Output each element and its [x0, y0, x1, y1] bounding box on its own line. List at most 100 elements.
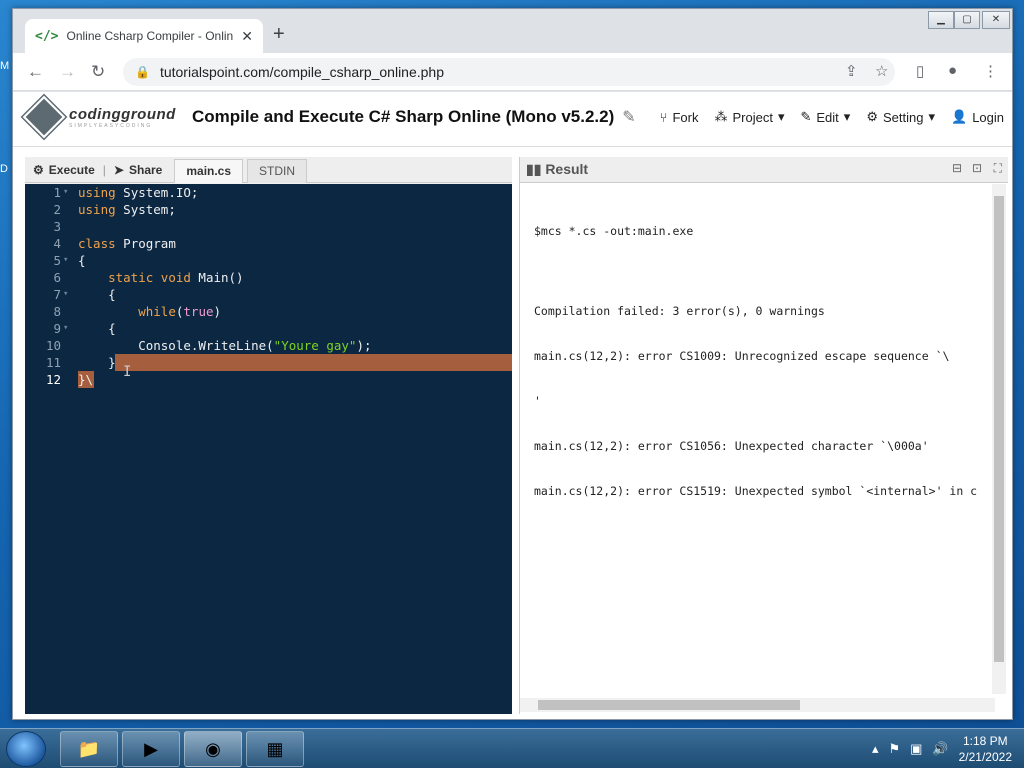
code-line: 12 }\ — [25, 371, 512, 388]
chrome-icon[interactable]: ◉ — [184, 731, 242, 767]
code-text: while(true) — [138, 304, 222, 319]
execute-button[interactable]: ⚙ Execute — [25, 163, 103, 177]
tab-main-cs[interactable]: main.cs — [174, 158, 244, 183]
output-console[interactable]: $mcs *.cs -out:main.exe Compilation fail… — [534, 194, 994, 529]
fold-arrow-icon[interactable]: ▾ — [63, 252, 68, 269]
start-button[interactable] — [6, 731, 46, 767]
page-title: Compile and Execute C# Sharp Online (Mon… — [192, 107, 636, 127]
output-line: main.cs(12,2): error CS1056: Unexpected … — [534, 439, 929, 453]
side-panel-icon[interactable]: ▯ — [916, 62, 924, 80]
text-cursor-icon: I — [123, 364, 132, 380]
menu-fork-label: Fork — [672, 109, 699, 125]
desktop-icon-label: M — [0, 60, 10, 72]
network-icon[interactable]: ▣ — [910, 741, 922, 757]
menu-fork[interactable]: ⑂ Fork — [660, 109, 699, 125]
url-text: tutorialspoint.com/compile_csharp_online… — [159, 64, 445, 80]
chevron-down-icon: ▾ — [777, 109, 785, 124]
code-text: }\ — [78, 372, 94, 387]
file-explorer-icon[interactable]: 📁 — [60, 731, 118, 767]
chevron-down-icon: ▾ — [928, 109, 935, 124]
execute-label: Execute — [48, 162, 95, 177]
menu-kebab-icon[interactable]: ⋮ — [983, 62, 998, 80]
media-player-icon[interactable]: ▶ — [122, 731, 180, 767]
share-page-icon[interactable]: ⇪ — [845, 62, 858, 80]
close-window-button[interactable]: ✕ — [982, 11, 1010, 29]
browser-tab[interactable]: </> Online Csharp Compiler - Online ✕ — [25, 19, 263, 53]
menu-project[interactable]: ⁂ Project ▾ — [714, 109, 784, 125]
line-number: 11 — [45, 355, 61, 370]
code-line: 4 class Program — [25, 235, 512, 252]
restore-icon[interactable]: ⊡ — [972, 161, 982, 175]
show-hidden-icons-icon[interactable]: ▴ — [872, 741, 879, 757]
forward-icon[interactable]: → — [59, 62, 76, 82]
line-number: 6 — [53, 270, 61, 285]
editor-toolbar: ⚙ Execute | ➤ Share main.cs STDIN — [25, 157, 512, 183]
chevron-down-icon: ▾ — [843, 109, 851, 124]
scroll-thumb[interactable] — [994, 196, 1004, 662]
fullscreen-icon[interactable]: ⛶ — [994, 161, 1002, 176]
line-number: 8 — [53, 304, 61, 319]
code-line: 2 using System; — [25, 201, 512, 218]
collapse-icon[interactable]: ⊟ — [952, 161, 962, 175]
horizontal-scrollbar[interactable] — [520, 698, 995, 712]
code-line: 10 Console.WriteLine("Youre gay"); — [25, 337, 512, 354]
output-line: main.cs(12,2): error CS1009: Unrecognize… — [534, 349, 950, 363]
clock[interactable]: 1:18 PM 2/21/2022 — [959, 733, 1012, 765]
line-number: 2 — [53, 202, 61, 217]
code-text: { — [78, 287, 116, 302]
code-editor[interactable]: 1 ▾ using System.IO; 2 using System; 3 4… — [25, 184, 512, 714]
code-text: using System; — [78, 202, 176, 217]
code-line: 1 ▾ using System.IO; — [25, 184, 512, 201]
share-button[interactable]: ➤ Share — [106, 163, 170, 177]
code-text: Console.WriteLine("Youre gay"); — [78, 338, 372, 353]
code-text: class Program — [78, 236, 176, 251]
menu-edit[interactable]: ✎ Edit ▾ — [800, 109, 850, 125]
code-line: 3 — [25, 218, 512, 235]
output-spacer — [534, 269, 994, 274]
line-number: 4 — [53, 236, 61, 251]
close-tab-icon[interactable]: ✕ — [241, 28, 253, 45]
taskbar: 📁 ▶ ◉ ▦ ▴ ⚑ ▣ 🔊 1:18 PM 2/21/2022 — [0, 728, 1024, 768]
back-icon[interactable]: ← — [27, 62, 44, 82]
share-icon: ➤ — [113, 162, 124, 177]
code-line: 11 } — [25, 354, 512, 371]
desktop-icon-label: D — [0, 163, 8, 175]
line-number: 1 — [53, 185, 61, 200]
code-line: 9 ▾ { — [25, 320, 512, 337]
tab-stdin[interactable]: STDIN — [247, 158, 308, 183]
menu-edit-label: Edit — [816, 109, 839, 125]
result-pane: ▮▮ Result ⊟ ⊡ ⛶ $mcs *.cs -out:main.exe … — [519, 157, 1008, 714]
fork-icon: ⑂ — [659, 109, 668, 125]
clock-date: 2/21/2022 — [958, 750, 1012, 764]
menu-setting[interactable]: ⚙ Setting ▾ — [866, 109, 935, 125]
task-manager-icon[interactable]: ▦ — [246, 731, 304, 767]
project-icon: ⁂ — [714, 109, 728, 124]
menu-login[interactable]: 👤 Login — [951, 109, 1004, 125]
fold-arrow-icon[interactable]: ▾ — [63, 286, 68, 303]
new-tab-button[interactable]: + — [273, 23, 285, 46]
fold-arrow-icon[interactable]: ▾ — [63, 184, 68, 201]
reload-icon[interactable]: ↻ — [91, 62, 105, 82]
output-line: $mcs *.cs -out:main.exe — [534, 224, 694, 238]
line-number: 12 — [45, 372, 61, 387]
edit-title-icon[interactable]: ✎ — [622, 107, 635, 127]
system-tray: ▴ ⚑ ▣ 🔊 1:18 PM 2/21/2022 — [872, 733, 1012, 765]
minimize-button[interactable]: ▁ — [928, 11, 954, 29]
profile-avatar-icon[interactable]: ● — [948, 62, 957, 79]
code-text: } — [78, 355, 116, 370]
address-bar[interactable]: 🔒 tutorialspoint.com/compile_csharp_onli… — [123, 58, 895, 86]
scroll-thumb[interactable] — [538, 700, 800, 710]
share-label: Share — [128, 162, 163, 177]
bookmark-star-icon[interactable]: ☆ — [875, 62, 888, 80]
output-line: main.cs(12,2): error CS1519: Unexpected … — [534, 484, 978, 498]
volume-icon[interactable]: 🔊 — [932, 741, 948, 757]
gear-icon: ⚙ — [33, 162, 44, 177]
lock-icon: 🔒 — [135, 65, 150, 79]
fold-arrow-icon[interactable]: ▾ — [63, 320, 68, 337]
action-center-icon[interactable]: ⚑ — [888, 741, 900, 757]
logo-text: codingground — [69, 105, 176, 123]
maximize-button[interactable]: ▢ — [954, 11, 980, 29]
code-line: 5 ▾ { — [25, 252, 512, 269]
codingground-logo[interactable]: codingground SIMPLYEASYCODING — [20, 93, 176, 141]
vertical-scrollbar[interactable] — [992, 184, 1006, 694]
